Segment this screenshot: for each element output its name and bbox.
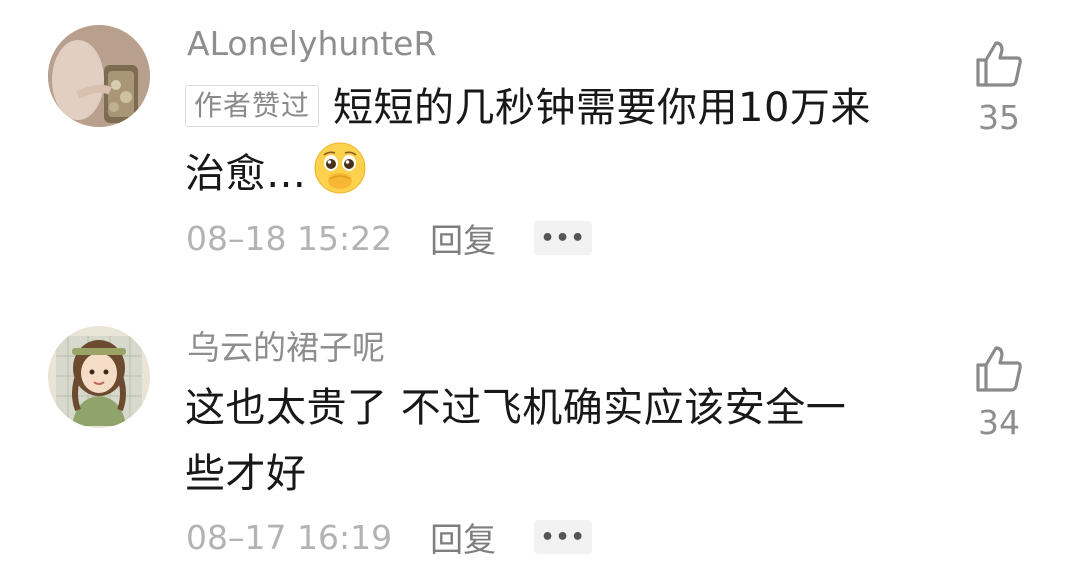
reply-button[interactable]: 回复	[430, 214, 496, 262]
username[interactable]: ALonelyhunteR	[187, 24, 436, 64]
avatar[interactable]	[48, 25, 150, 127]
like-button[interactable]: 34	[968, 345, 1030, 441]
comment-meta: 08–18 15:22 回复 •••	[186, 214, 593, 262]
comment-text: 作者赞过 短短的几秒钟需要你用10万来 治愈…	[185, 75, 925, 207]
avatar[interactable]	[48, 326, 150, 428]
more-options-button[interactable]: •••	[534, 221, 593, 255]
pleading-face-emoji	[313, 141, 367, 195]
thumbs-up-icon	[968, 40, 1030, 88]
author-liked-badge: 作者赞过	[185, 85, 320, 127]
like-count: 34	[978, 403, 1020, 442]
thumbs-up-icon	[968, 345, 1030, 393]
comment-text-line2: 些才好	[185, 451, 307, 497]
comment-item: ALonelyhunteR 作者赞过 短短的几秒钟需要你用10万来 治愈… 08–…	[0, 0, 1080, 290]
comment-text: 这也太贵了 不过飞机确实应该安全一 些才好	[185, 375, 925, 507]
like-count: 35	[978, 98, 1020, 137]
comment-meta: 08–17 16:19 回复 •••	[186, 513, 593, 561]
more-options-button[interactable]: •••	[534, 520, 593, 554]
like-button[interactable]: 35	[968, 40, 1030, 136]
username[interactable]: 乌云的裙子呢	[187, 328, 385, 368]
comment-time: 08–18 15:22	[186, 218, 393, 258]
reply-button[interactable]: 回复	[430, 513, 496, 561]
comment-text-line2: 治愈…	[185, 151, 307, 197]
comment-text-line1: 短短的几秒钟需要你用10万来	[333, 85, 871, 131]
comment-item: 乌云的裙子呢 这也太贵了 不过飞机确实应该安全一 些才好 08–17 16:19…	[0, 290, 1080, 581]
comment-text-line1: 这也太贵了 不过飞机确实应该安全一	[185, 385, 847, 431]
comment-time: 08–17 16:19	[186, 517, 393, 557]
